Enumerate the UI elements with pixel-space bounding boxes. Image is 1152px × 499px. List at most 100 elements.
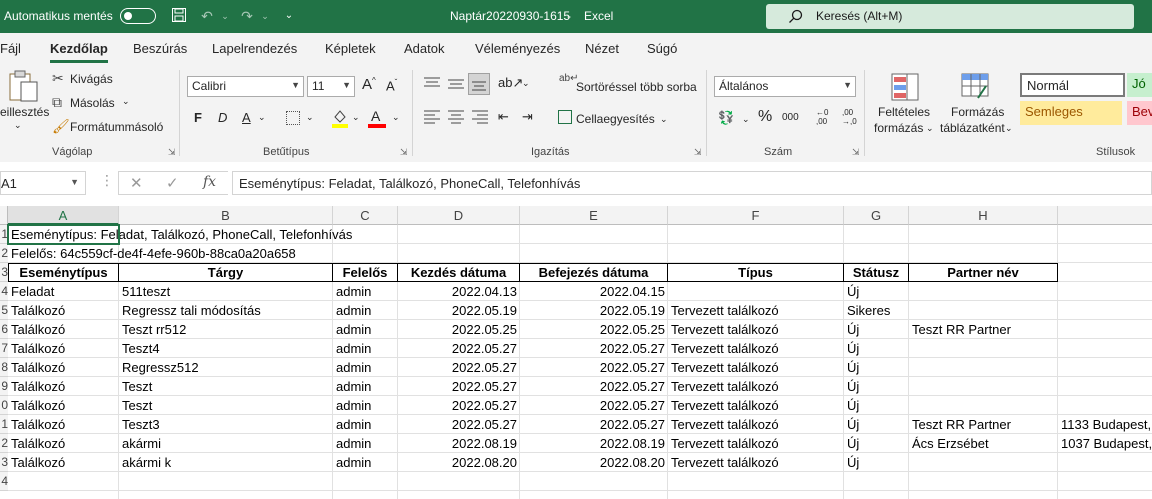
cell-type[interactable]: Tervezett találkozó: [668, 377, 844, 396]
cell-event-type[interactable]: Találkozó: [8, 415, 119, 434]
tab-data[interactable]: Adatok: [404, 41, 444, 56]
cell-address[interactable]: [1058, 377, 1152, 396]
cell-partner-name[interactable]: [909, 396, 1058, 415]
format-painter-button[interactable]: Formátummásoló: [70, 120, 163, 134]
underline-dropdown-icon[interactable]: ⌄: [258, 112, 266, 123]
row-header[interactable]: 3: [0, 453, 8, 472]
cell-owner[interactable]: admin: [333, 339, 398, 358]
confirm-entry-icon[interactable]: ✓: [166, 174, 179, 192]
cell-status[interactable]: Új: [844, 415, 909, 434]
header-cell-partner-name[interactable]: Partner név: [908, 263, 1058, 282]
column-header-i[interactable]: [1058, 206, 1152, 225]
cell-start-date[interactable]: 2022.05.27: [398, 339, 520, 358]
font-color-icon[interactable]: A: [368, 108, 386, 128]
cell-partner-name[interactable]: [909, 282, 1058, 301]
cell-owner[interactable]: admin: [333, 453, 398, 472]
cell-start-date[interactable]: 2022.05.25: [398, 320, 520, 339]
cell-event-type[interactable]: Találkozó: [8, 339, 119, 358]
clipboard-launcher-icon[interactable]: ⇲: [168, 147, 176, 158]
tab-file[interactable]: Fájl: [0, 41, 21, 56]
cell-end-date[interactable]: 2022.05.19: [520, 301, 668, 320]
cell-status[interactable]: Új: [844, 282, 909, 301]
save-icon[interactable]: [170, 7, 188, 25]
row-header[interactable]: 4: [0, 472, 8, 491]
cell-end-date[interactable]: 2022.05.27: [520, 377, 668, 396]
header-cell-owner[interactable]: Felelős: [332, 263, 398, 282]
column-header-g[interactable]: G: [844, 206, 909, 225]
cell-subject[interactable]: Regressz tali módosítás: [119, 301, 333, 320]
align-center-icon[interactable]: [448, 110, 464, 124]
select-all-corner[interactable]: [0, 206, 8, 225]
customize-toolbar-icon[interactable]: ⌄: [280, 7, 298, 25]
cell-owner[interactable]: admin: [333, 415, 398, 434]
merge-dropdown-icon[interactable]: ⌄: [660, 114, 668, 125]
worksheet-grid[interactable]: A B C D E F G H 12345678901234 Eseménytí…: [0, 206, 1152, 499]
row-header[interactable]: 5: [0, 301, 8, 320]
cell-address[interactable]: 1133 Budapest,: [1058, 415, 1152, 434]
cell-start-date[interactable]: 2022.05.19: [398, 301, 520, 320]
cell-start-date[interactable]: 2022.04.13: [398, 282, 520, 301]
autosave-toggle[interactable]: [120, 8, 156, 24]
cell-subject[interactable]: Regressz512: [119, 358, 333, 377]
cell-subject[interactable]: Teszt4: [119, 339, 333, 358]
cell-address[interactable]: [1058, 453, 1152, 472]
cell-owner[interactable]: admin: [333, 377, 398, 396]
cell-subject[interactable]: Teszt: [119, 377, 333, 396]
cell-partner-name[interactable]: [909, 358, 1058, 377]
cell-event-type[interactable]: Feladat: [8, 282, 119, 301]
bold-button[interactable]: F: [194, 110, 202, 125]
cell-partner-name[interactable]: [909, 377, 1058, 396]
number-launcher-icon[interactable]: ⇲: [852, 147, 860, 158]
accounting-format-icon[interactable]: 💱: [718, 110, 734, 126]
cell-owner[interactable]: admin: [333, 358, 398, 377]
align-top-icon[interactable]: [424, 77, 440, 91]
paste-button[interactable]: eillesztés: [0, 105, 49, 119]
cell-partner-name[interactable]: Ács Erzsébet: [909, 434, 1058, 453]
borders-icon[interactable]: [286, 111, 300, 125]
fill-color-dropdown-icon[interactable]: ⌄: [352, 112, 360, 123]
cell-end-date[interactable]: 2022.05.27: [520, 415, 668, 434]
cell-end-date[interactable]: 2022.05.27: [520, 396, 668, 415]
cell-type[interactable]: Tervezett találkozó: [668, 339, 844, 358]
cell-owner[interactable]: admin: [333, 282, 398, 301]
underline-button[interactable]: A: [242, 110, 251, 125]
cell-subject[interactable]: 511teszt: [119, 282, 333, 301]
paste-icon[interactable]: [2, 70, 42, 104]
row-header[interactable]: 1: [0, 415, 8, 434]
cell-address[interactable]: 1037 Budapest,: [1058, 434, 1152, 453]
cell-status[interactable]: Új: [844, 339, 909, 358]
search-box[interactable]: Keresés (Alt+M): [766, 4, 1134, 29]
column-header-d[interactable]: D: [398, 206, 520, 225]
grow-font-button[interactable]: A^: [362, 76, 376, 93]
tab-review[interactable]: Véleményezés: [475, 41, 560, 56]
tab-page-layout[interactable]: Lapelrendezés: [212, 41, 297, 56]
style-bad[interactable]: Bev: [1127, 101, 1152, 125]
cell-status[interactable]: Új: [844, 358, 909, 377]
cell-end-date[interactable]: 2022.08.19: [520, 434, 668, 453]
row-header[interactable]: 8: [0, 358, 8, 377]
cell-start-date[interactable]: 2022.05.27: [398, 377, 520, 396]
cell-event-type[interactable]: Találkozó: [8, 396, 119, 415]
paste-dropdown-icon[interactable]: ⌄: [14, 120, 22, 131]
cell-type[interactable]: Tervezett találkozó: [668, 320, 844, 339]
cell-status[interactable]: Új: [844, 320, 909, 339]
wrap-text-button[interactable]: Sortöréssel több sorba: [576, 80, 697, 94]
fill-color-icon[interactable]: [332, 108, 348, 128]
font-name-box[interactable]: Calibri ▼: [187, 76, 304, 97]
cell-partner-name[interactable]: Teszt RR Partner: [909, 415, 1058, 434]
increase-indent-icon[interactable]: ⇥: [522, 109, 533, 125]
decrease-decimal-icon[interactable]: ,00 →,0: [842, 108, 857, 126]
header-cell-end-date[interactable]: Befejezés dátuma: [519, 263, 668, 282]
row-header[interactable]: 2: [0, 434, 8, 453]
redo-dropdown-icon[interactable]: ⌄: [256, 7, 274, 25]
cell-subject[interactable]: Teszt3: [119, 415, 333, 434]
align-middle-icon[interactable]: [448, 77, 464, 91]
cell-type[interactable]: Tervezett találkozó: [668, 396, 844, 415]
orientation-dropdown-icon[interactable]: ⌄: [522, 78, 530, 89]
column-header-c[interactable]: C: [333, 206, 398, 225]
italic-button[interactable]: D: [218, 110, 227, 125]
column-header-a[interactable]: A: [8, 206, 119, 225]
column-header-b[interactable]: B: [119, 206, 333, 225]
tab-home[interactable]: Kezdőlap: [50, 41, 108, 63]
header-cell-status[interactable]: Státusz: [843, 263, 909, 282]
